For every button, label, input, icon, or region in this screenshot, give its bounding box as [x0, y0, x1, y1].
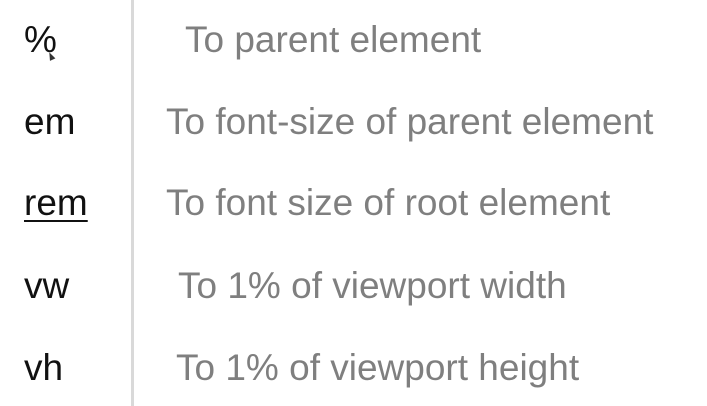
column-divider	[131, 0, 134, 406]
unit-vw: vw	[24, 265, 70, 306]
description-em: To font-size of parent element	[166, 101, 654, 142]
description-vh: To 1% of viewport height	[176, 347, 580, 388]
unit-vh: vh	[24, 347, 64, 388]
css-units-table: % To parent element em To font-size of p…	[0, 0, 707, 406]
unit-rem[interactable]: rem	[24, 181, 88, 225]
description-vw: To 1% of viewport width	[178, 265, 567, 306]
unit-em: em	[24, 101, 76, 142]
description-percent: To parent element	[185, 19, 482, 60]
description-rem: To font size of root element	[166, 182, 611, 223]
